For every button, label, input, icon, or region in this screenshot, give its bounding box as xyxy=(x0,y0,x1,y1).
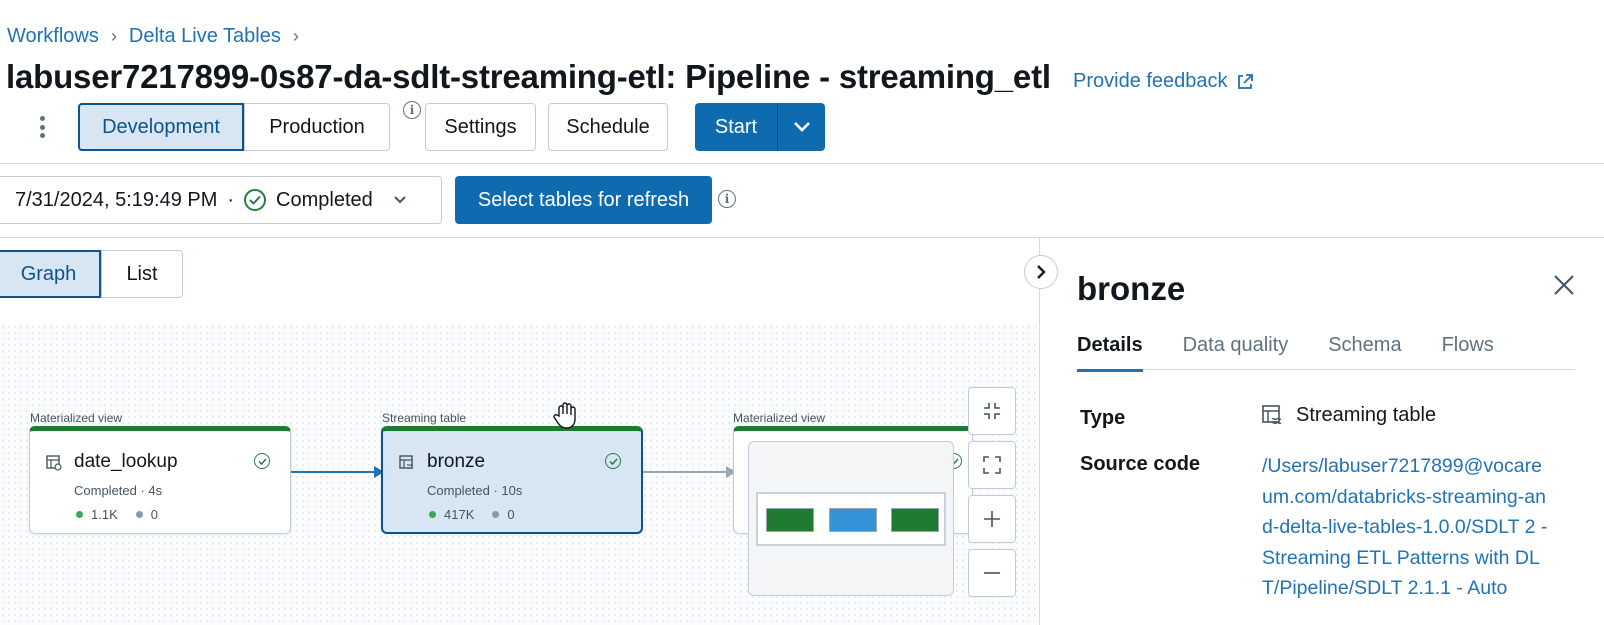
node-metrics: 417K 0 xyxy=(429,507,515,522)
materialized-view-icon xyxy=(46,455,62,471)
chevron-down-icon xyxy=(793,122,810,132)
details-tabs: Details Data quality Schema Flows xyxy=(1077,334,1575,372)
list-view-button[interactable]: List xyxy=(101,250,183,298)
run-selector[interactable]: 7/31/2024, 5:19:49 PM · Completed xyxy=(0,176,442,224)
check-circle-icon xyxy=(605,453,621,469)
minimap-node xyxy=(829,508,877,532)
breadcrumb: Workflows › Delta Live Tables › xyxy=(7,25,311,48)
minus-icon xyxy=(984,572,1000,574)
check-circle-icon xyxy=(244,189,267,211)
minimap-viewport xyxy=(756,492,946,546)
check-circle-icon xyxy=(254,453,270,469)
type-value-text: Streaming table xyxy=(1296,404,1437,426)
chevron-right-icon xyxy=(1037,265,1046,279)
info-icon[interactable]: i xyxy=(403,101,421,119)
settings-button[interactable]: Settings xyxy=(425,103,536,151)
type-value: Streaming table xyxy=(1262,404,1436,427)
node-type-label: Streaming table xyxy=(382,411,467,425)
graph-node-bronze[interactable]: bronze Completed · 10s 417K 0 xyxy=(381,426,643,534)
metric-written: 417K xyxy=(444,507,475,522)
tab-data-quality[interactable]: Data quality xyxy=(1183,334,1289,370)
fit-collapse-button[interactable] xyxy=(968,387,1016,435)
source-code-link[interactable]: /Users/labuser7217899@vocareum.com/datab… xyxy=(1262,451,1552,625)
graph-view-button[interactable]: Graph xyxy=(0,250,101,298)
plus-icon xyxy=(984,511,1000,527)
graph-node-date-lookup[interactable]: date_lookup Completed · 4s 1.1K 0 xyxy=(29,426,291,534)
graph-edge xyxy=(291,471,379,473)
expand-icon xyxy=(983,456,1001,474)
select-tables-refresh-button[interactable]: Select tables for refresh xyxy=(455,176,712,224)
minimap-node xyxy=(766,508,814,532)
node-type-label: Materialized view xyxy=(30,411,123,425)
breadcrumb-workflows[interactable]: Workflows xyxy=(7,25,99,48)
node-name: bronze xyxy=(427,451,486,472)
chevron-right-icon: › xyxy=(292,26,299,46)
node-metrics: 1.1K 0 xyxy=(76,507,158,522)
tab-schema[interactable]: Schema xyxy=(1328,334,1401,370)
node-name: date_lookup xyxy=(74,451,178,472)
close-icon[interactable] xyxy=(1551,272,1577,298)
hand-cursor-icon xyxy=(553,402,576,429)
node-status: Completed · 10s xyxy=(427,483,523,498)
node-type-label: Materialized view xyxy=(733,411,826,425)
dropped-dot-icon xyxy=(492,511,500,518)
metric-written: 1.1K xyxy=(91,507,118,522)
info-icon[interactable]: i xyxy=(718,190,736,208)
feedback-label: Provide feedback xyxy=(1073,70,1228,92)
fullscreen-button[interactable] xyxy=(968,441,1016,489)
zoom-in-button[interactable] xyxy=(968,495,1016,543)
streaming-table-icon xyxy=(399,455,414,469)
start-options-dropdown[interactable] xyxy=(777,103,825,151)
run-separator: · xyxy=(227,188,235,211)
tab-flows[interactable]: Flows xyxy=(1442,334,1494,370)
streaming-table-icon xyxy=(1262,404,1282,424)
production-mode-button[interactable]: Production xyxy=(244,103,390,151)
schedule-button[interactable]: Schedule xyxy=(548,103,668,151)
page-title: labuser7217899-0s87-da-sdlt-streaming-et… xyxy=(6,58,1051,95)
details-panel-title: bronze xyxy=(1077,270,1186,307)
mode-toggle: Development Production xyxy=(78,103,390,151)
type-label: Type xyxy=(1080,407,1126,429)
collapse-icon xyxy=(984,403,1000,419)
metric-dropped: 0 xyxy=(150,507,158,522)
kebab-menu-icon[interactable] xyxy=(32,113,52,141)
divider xyxy=(0,237,1604,238)
metric-dropped: 0 xyxy=(507,507,515,522)
tab-details[interactable]: Details xyxy=(1077,334,1143,372)
minimap-node xyxy=(891,508,939,532)
chevron-down-icon xyxy=(394,196,406,204)
node-status: Completed · 4s xyxy=(74,483,163,498)
run-timestamp: 7/31/2024, 5:19:49 PM xyxy=(15,188,218,211)
start-button[interactable]: Start xyxy=(695,103,777,151)
zoom-out-button[interactable] xyxy=(968,549,1016,597)
development-mode-button[interactable]: Development xyxy=(78,103,244,151)
divider xyxy=(0,163,1604,164)
chevron-right-icon: › xyxy=(110,26,117,46)
collapse-panel-button[interactable] xyxy=(1024,255,1058,289)
success-dot-icon xyxy=(76,511,83,518)
success-dot-icon xyxy=(429,511,436,518)
external-link-icon xyxy=(1237,73,1253,89)
breadcrumb-delta-live-tables[interactable]: Delta Live Tables xyxy=(129,25,281,48)
provide-feedback-link[interactable]: Provide feedback xyxy=(1073,70,1254,93)
run-status: Completed xyxy=(276,188,373,211)
view-toggle: Graph List xyxy=(0,250,183,298)
dropped-dot-icon xyxy=(135,511,143,518)
panel-divider[interactable] xyxy=(1039,237,1040,625)
graph-edge xyxy=(643,471,731,473)
graph-minimap[interactable] xyxy=(748,441,954,596)
source-code-label: Source code xyxy=(1080,453,1201,475)
